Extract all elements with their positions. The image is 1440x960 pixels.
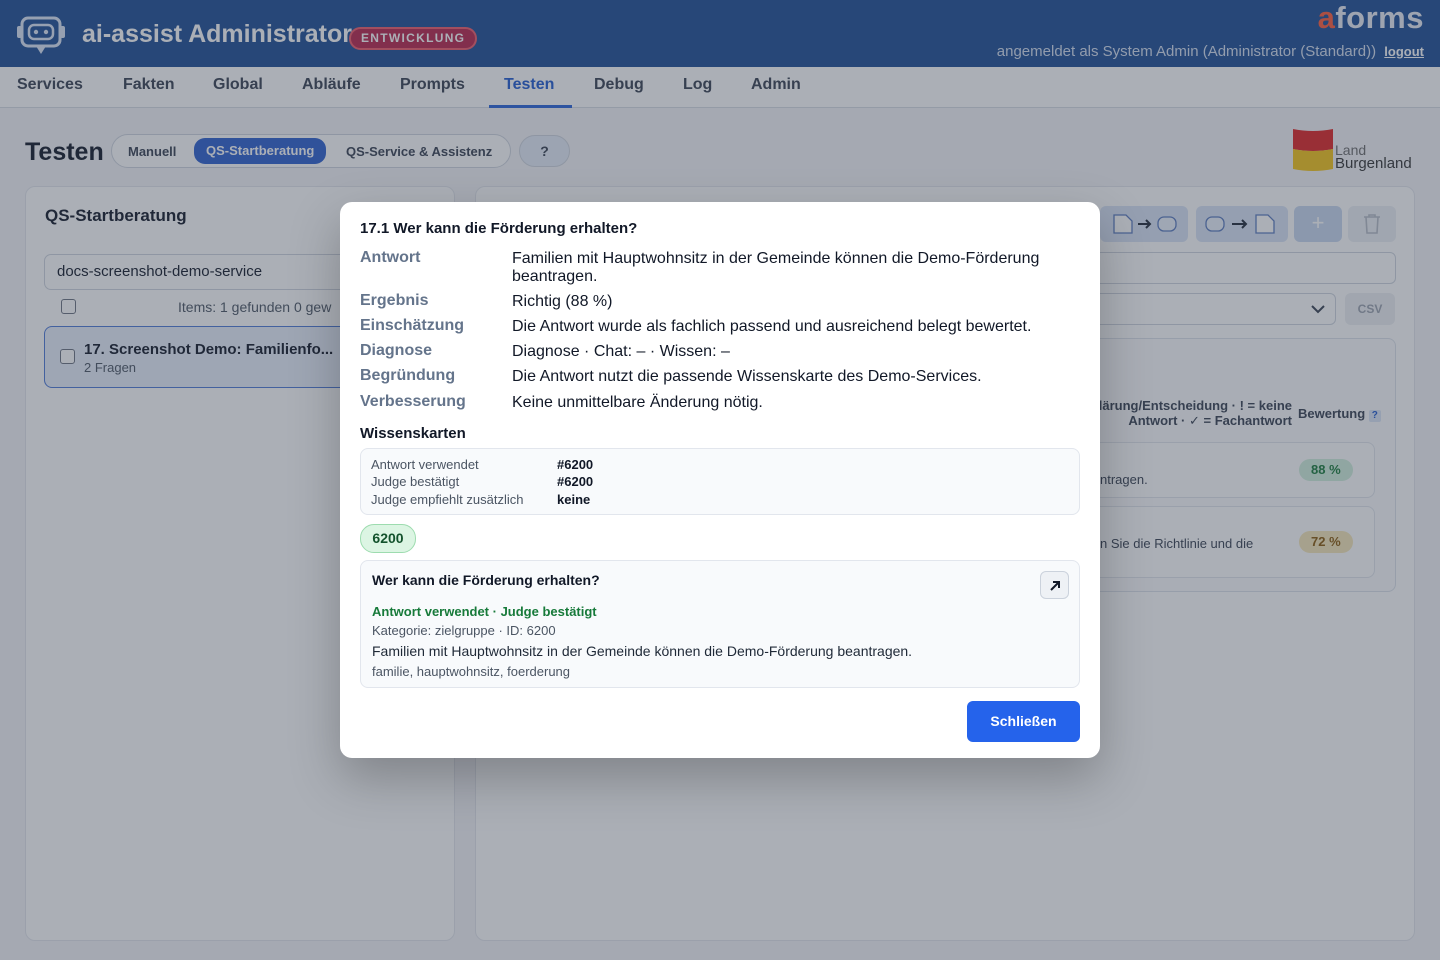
wk-label: Judge bestätigt [371,474,460,489]
label-begruendung: Begründung [360,367,456,384]
label-einschaetzung: Einschätzung [360,317,465,334]
value-einschaetzung: Die Antwort wurde als fachlich passend u… [512,318,1032,335]
wissenskarten-summary: Antwort verwendet #6200 Judge bestätigt … [360,448,1080,515]
knowledge-card: Wer kann die Förderung erhalten? Antwort… [360,560,1080,688]
wk-value: keine [557,492,591,507]
label-diagnose: Diagnose [360,342,433,359]
card-status: Antwort verwendet · Judge bestätigt [372,604,597,619]
value-begruendung: Die Antwort nutzt die passende Wissenska… [512,368,982,385]
value-verbesserung: Keine unmittelbare Änderung nötig. [512,394,763,411]
card-text: Familien mit Hauptwohnsitz in der Gemein… [372,643,913,659]
label-antwort: Antwort [360,249,421,266]
question-detail-dialog: 17.1 Wer kann die Förderung erhalten? An… [340,202,1100,758]
section-title-wissenskarten: Wissenskarten [360,425,466,442]
wk-label: Judge empfiehlt zusätzlich [371,492,524,507]
wk-label: Antwort verwendet [371,457,479,472]
wk-value: #6200 [557,474,594,489]
card-title: Wer kann die Förderung erhalten? [372,572,600,588]
label-verbesserung: Verbesserung [360,393,466,410]
wk-value: #6200 [557,457,594,472]
close-button[interactable]: Schließen [967,701,1080,742]
value-antwort: Familien mit Hauptwohnsitz in der Gemein… [512,250,1040,285]
value-diagnose: Diagnose · Chat: – · Wissen: – [512,343,730,360]
value-ergebnis: Richtig (88 %) [512,293,613,310]
open-card-button[interactable] [1040,571,1069,599]
external-link-arrow-icon [1050,581,1060,591]
card-meta: Kategorie: zielgruppe · ID: 6200 [372,623,556,638]
card-tags: familie, hauptwohnsitz, foerderung [372,664,571,679]
knowledge-card-tag[interactable]: 6200 [360,524,416,553]
label-ergebnis: Ergebnis [360,292,429,309]
dialog-title: 17.1 Wer kann die Förderung erhalten? [360,220,638,237]
